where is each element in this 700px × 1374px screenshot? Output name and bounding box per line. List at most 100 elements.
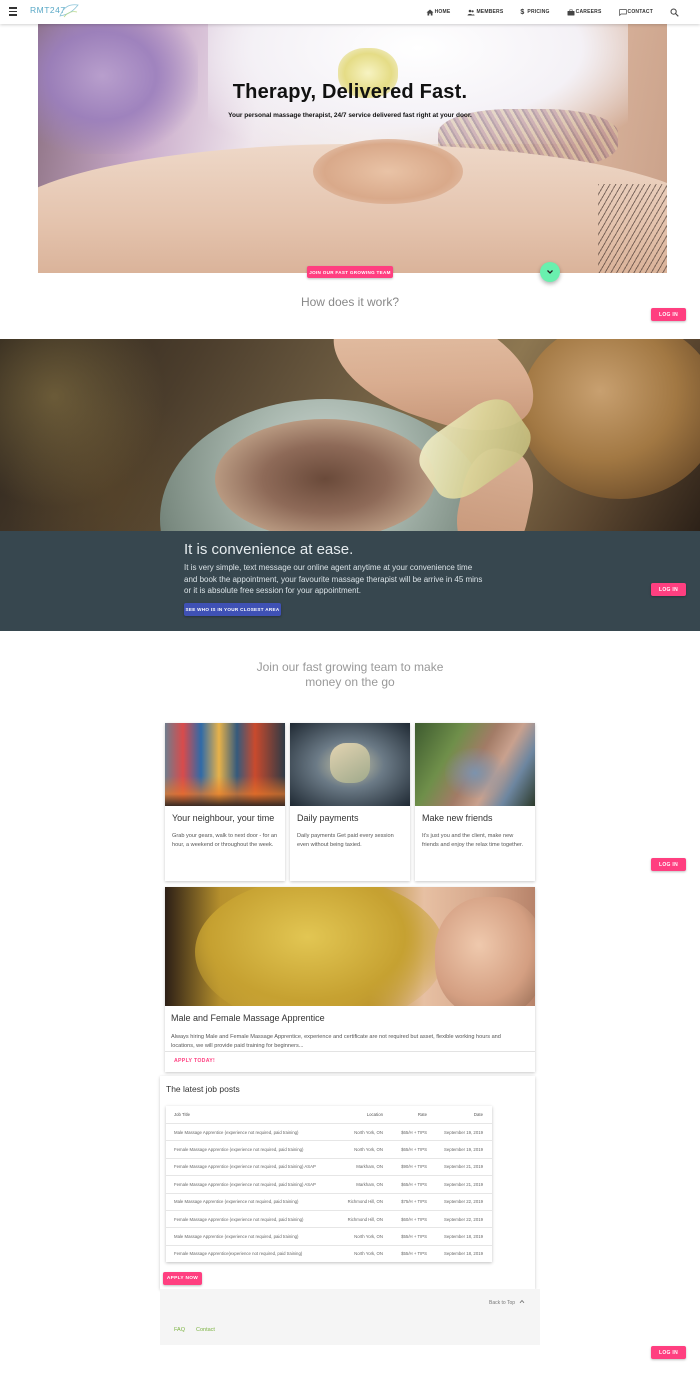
card-text: It's just you and the client, make new f… bbox=[422, 833, 524, 848]
nav-members[interactable]: MEMBERS bbox=[467, 9, 503, 16]
job-title-cell: Female Massage Apprentice (experience no… bbox=[174, 1164, 316, 1170]
dollar-icon: $ bbox=[520, 8, 525, 16]
job-title-cell: Female Massage Apprentice (experience no… bbox=[174, 1147, 304, 1153]
apprentice-text: Always hiring Male and Female Massage Ap… bbox=[171, 1034, 501, 1049]
back-to-top-link[interactable]: Back to Top bbox=[489, 1299, 525, 1306]
location-cell: Markham, ON bbox=[356, 1181, 383, 1187]
date-cell: September 18, 2019 bbox=[444, 1251, 483, 1257]
table-header-row: Job Title Location Rate Date bbox=[166, 1106, 492, 1123]
join-team-heading-text: Join our fast growing team to make money… bbox=[256, 660, 444, 689]
location-cell: North York, ON bbox=[354, 1129, 383, 1135]
table-row[interactable]: Male Massage Apprentice (experience not … bbox=[166, 1227, 492, 1244]
page-footer: Back to Top FAQ Contact bbox=[160, 1289, 540, 1345]
table-row[interactable]: Female Massage Apprentice (experience no… bbox=[166, 1157, 492, 1175]
rate-cell: $75/H + TIPS bbox=[401, 1199, 427, 1205]
card-title: Your neighbour, your time bbox=[172, 813, 275, 823]
rate-cell: $90/H + TIPS bbox=[401, 1164, 427, 1170]
chevron-up-icon bbox=[520, 1299, 525, 1304]
location-cell: Markham, ON bbox=[356, 1164, 383, 1170]
nav-home[interactable]: HOME bbox=[426, 9, 451, 16]
feature-card: Your neighbour, your time Grab your gear… bbox=[165, 723, 285, 881]
card-text: Daily payments Get paid every session ev… bbox=[297, 833, 394, 848]
date-cell: September 22, 2019 bbox=[444, 1216, 483, 1222]
nav-home-label: HOME bbox=[434, 9, 451, 15]
job-posts-title: The latest job posts bbox=[166, 1084, 240, 1094]
job-title-cell: Male Massage Apprentice (experience not … bbox=[174, 1129, 299, 1135]
location-cell: North York, ON bbox=[354, 1251, 383, 1257]
search-icon[interactable] bbox=[670, 8, 679, 17]
column-header: Location bbox=[366, 1112, 383, 1117]
clay-mask-image bbox=[165, 887, 535, 1006]
login-button[interactable]: LOG IN bbox=[651, 858, 686, 871]
card-divider bbox=[165, 1051, 535, 1052]
apply-today-link[interactable]: APPLY TODAY! bbox=[174, 1058, 215, 1064]
money-image bbox=[290, 723, 410, 806]
nav-pricing[interactable]: $ PRICING bbox=[520, 9, 549, 16]
street-image bbox=[165, 723, 285, 806]
footer-faq-link[interactable]: FAQ bbox=[174, 1327, 185, 1333]
apprentice-title: Male and Female Massage Apprentice bbox=[171, 1013, 325, 1023]
card-text: Grab your gears, walk to next door - for… bbox=[172, 833, 278, 848]
back-to-top-label: Back to Top bbox=[489, 1300, 516, 1306]
job-title-cell: Female Massage Apprentice (experience no… bbox=[174, 1181, 316, 1187]
nav-careers-label: CAREERS bbox=[575, 9, 602, 15]
rate-cell: $60/H + TIPS bbox=[401, 1216, 427, 1222]
join-team-heading: Join our fast growing team to make money… bbox=[0, 660, 700, 690]
briefcase-icon bbox=[567, 9, 575, 15]
home-icon bbox=[426, 9, 434, 15]
footer-contact-link[interactable]: Contact bbox=[196, 1327, 215, 1333]
job-title-cell: Male Massage Apprentice (experience not … bbox=[174, 1234, 299, 1240]
how-it-works-heading: How does it work? bbox=[300, 295, 400, 309]
feature-card: Daily payments Daily payments Get paid e… bbox=[290, 723, 410, 881]
column-header: Rate bbox=[417, 1112, 427, 1117]
mortar-oil-image bbox=[0, 339, 700, 531]
job-title-cell: Male Massage Apprentice (experience not … bbox=[174, 1199, 299, 1205]
rate-cell: $65/H + TIPS bbox=[401, 1129, 427, 1135]
feature-card: Make new friends It's just you and the c… bbox=[415, 723, 535, 881]
job-title-cell: Female Massage Apprentice(experience not… bbox=[174, 1251, 303, 1257]
join-team-button[interactable]: JOIN OUR FAST GROWING TEAM bbox=[307, 266, 393, 278]
date-cell: September 22, 2019 bbox=[444, 1199, 483, 1205]
chevron-down-icon bbox=[547, 270, 553, 274]
hero-subtitle: Your personal massage therapist, 24/7 se… bbox=[228, 112, 472, 119]
message-icon bbox=[618, 8, 627, 16]
location-cell: Richmond Hill, ON bbox=[347, 1199, 383, 1205]
date-cell: September 21, 2019 bbox=[444, 1181, 483, 1187]
apply-now-button[interactable]: APPLY NOW bbox=[163, 1272, 202, 1285]
login-button[interactable]: LOG IN bbox=[651, 583, 686, 596]
closest-area-button[interactable]: SEE WHO IS IN YOUR CLOSEST AREA bbox=[184, 603, 281, 616]
leaf-logo-icon bbox=[59, 4, 79, 18]
rate-cell: $55/H + TIPS bbox=[401, 1234, 427, 1240]
nav-careers[interactable]: CAREERS bbox=[567, 9, 602, 16]
date-cell: September 19, 2019 bbox=[444, 1129, 483, 1135]
column-header: Job Title bbox=[174, 1112, 191, 1117]
rate-cell: $55/H + TIPS bbox=[401, 1251, 427, 1257]
nav-members-label: MEMBERS bbox=[476, 9, 504, 15]
job-title-cell: Female Massage Apprentice (experience no… bbox=[174, 1216, 304, 1222]
rate-cell: $65/H + TIPS bbox=[401, 1147, 427, 1153]
date-cell: September 18, 2019 bbox=[444, 1234, 483, 1240]
date-cell: September 21, 2019 bbox=[444, 1164, 483, 1170]
table-row[interactable]: Female Massage Apprentice (experience no… bbox=[166, 1209, 492, 1227]
column-header: Date bbox=[473, 1112, 483, 1117]
job-posts-card: The latest job posts Job Title Location … bbox=[160, 1076, 535, 1289]
rate-cell: $65/H + TIPS bbox=[401, 1181, 427, 1187]
top-app-bar: RMT247 HOME MEMBERS $ PRICING CAREERS CO… bbox=[0, 0, 700, 24]
table-row[interactable]: Female Massage Apprentice (experience no… bbox=[166, 1175, 492, 1192]
convenience-section: It is convenience at ease. It is very si… bbox=[0, 531, 700, 631]
table-row[interactable]: Male Massage Apprentice (experience not … bbox=[166, 1192, 492, 1210]
card-title: Make new friends bbox=[422, 813, 493, 823]
nav-contact[interactable]: CONTACT bbox=[618, 8, 653, 16]
login-button[interactable]: LOG IN bbox=[651, 1346, 686, 1359]
login-button[interactable]: LOG IN bbox=[651, 308, 686, 321]
table-row[interactable]: Male Massage Apprentice (experience not … bbox=[166, 1123, 492, 1140]
members-icon bbox=[467, 9, 476, 15]
location-cell: North York, ON bbox=[354, 1147, 383, 1153]
scroll-down-fab[interactable] bbox=[540, 262, 560, 282]
nav-contact-label: CONTACT bbox=[627, 9, 653, 15]
job-posts-table: Job Title Location Rate Date Male Massag… bbox=[166, 1106, 492, 1263]
table-row[interactable]: Female Massage Apprentice (experience no… bbox=[166, 1140, 492, 1157]
table-row[interactable]: Female Massage Apprentice(experience not… bbox=[166, 1244, 492, 1262]
location-cell: North York, ON bbox=[354, 1234, 383, 1240]
hamburger-menu-icon[interactable] bbox=[9, 7, 17, 16]
